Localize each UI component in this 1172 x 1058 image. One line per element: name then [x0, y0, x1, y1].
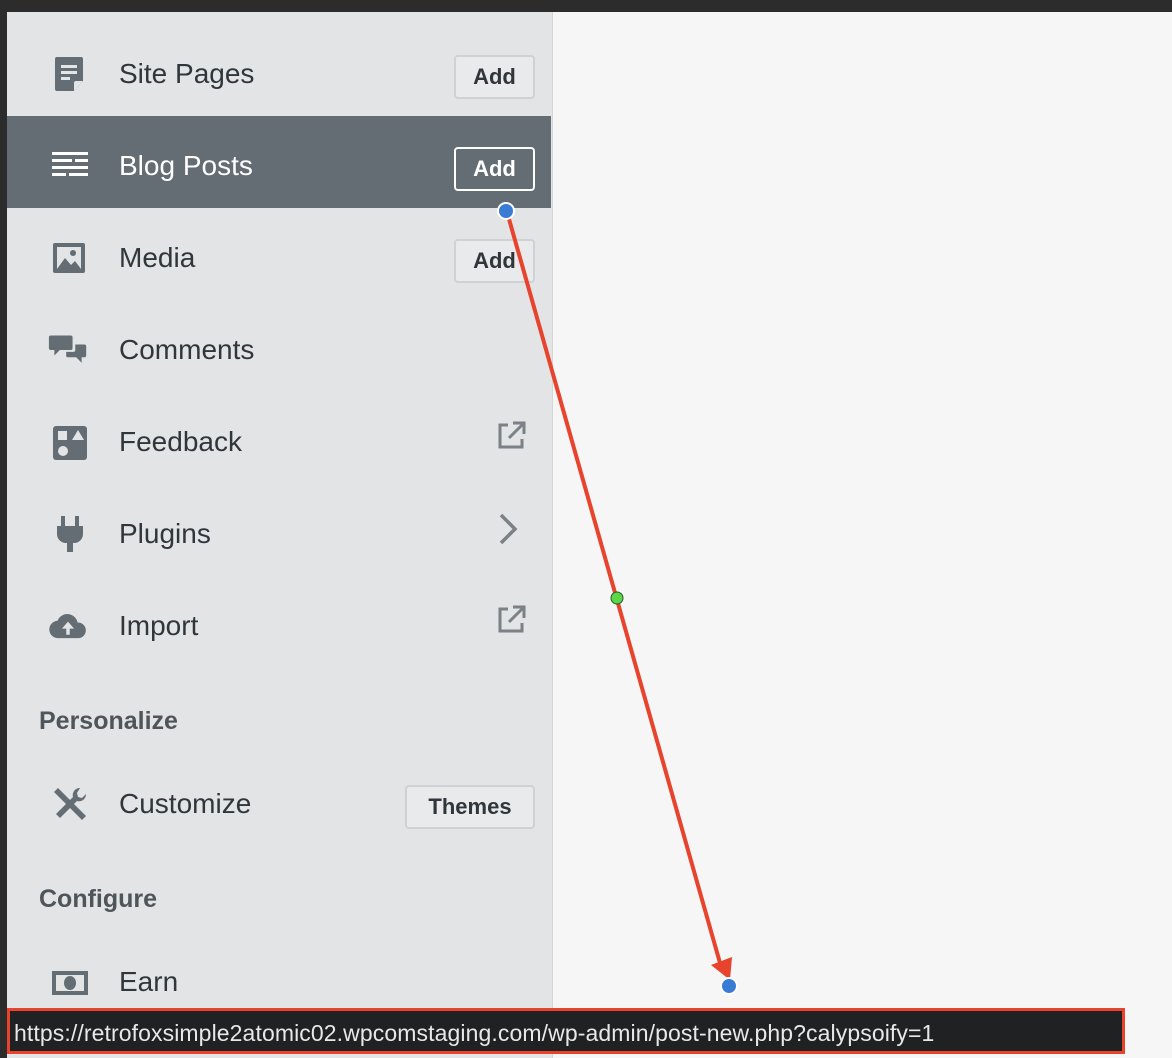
sidebar: Site Pages Add Blog Posts Add Media Add … [7, 12, 553, 1058]
chevron-right-icon [499, 513, 518, 545]
add-media-button[interactable]: Add [454, 239, 535, 283]
sidebar-item-import[interactable]: Import [7, 576, 551, 668]
sidebar-item-label: Earn [119, 966, 179, 997]
sidebar-item-label: Blog Posts [119, 150, 253, 181]
sidebar-item-site-pages[interactable]: Site Pages Add [7, 24, 551, 116]
money-icon [52, 971, 88, 995]
add-post-button[interactable]: Add [454, 147, 535, 191]
sidebar-item-customize[interactable]: Customize Themes [7, 754, 551, 846]
sidebar-item-label: Comments [119, 334, 255, 365]
sidebar-item-label: Customize [119, 788, 252, 819]
sidebar-item-label: Import [119, 610, 199, 641]
tools-icon [54, 787, 87, 820]
section-heading-personalize: Personalize [39, 707, 178, 735]
plugin-icon [57, 516, 83, 552]
posts-icon [52, 152, 88, 176]
page-icon [55, 57, 83, 91]
feedback-icon [53, 426, 87, 460]
sidebar-item-label: Feedback [119, 426, 242, 457]
main-content-area [553, 12, 1172, 1058]
sidebar-item-feedback[interactable]: Feedback [7, 392, 551, 484]
external-link-icon [498, 421, 526, 449]
sidebar-item-label: Media [119, 242, 196, 273]
sidebar-item-plugins[interactable]: Plugins [7, 484, 551, 576]
cloud-upload-icon [49, 614, 86, 639]
external-link-icon [498, 605, 526, 633]
comments-icon [48, 335, 87, 363]
image-icon [53, 243, 85, 273]
sidebar-item-media[interactable]: Media Add [7, 208, 551, 300]
sidebar-item-comments[interactable]: Comments [7, 300, 551, 392]
add-page-button[interactable]: Add [454, 55, 535, 99]
status-bar: https://retrofoxsimple2atomic02.wpcomsta… [7, 1008, 1125, 1054]
sidebar-item-label: Plugins [119, 518, 211, 549]
status-bar-url: https://retrofoxsimple2atomic02.wpcomsta… [14, 1020, 935, 1046]
app-frame: Site Pages Add Blog Posts Add Media Add … [7, 12, 1172, 1058]
sidebar-item-blog-posts[interactable]: Blog Posts Add [7, 116, 551, 208]
section-heading-configure: Configure [39, 885, 158, 913]
sidebar-item-label: Site Pages [119, 58, 255, 89]
themes-button[interactable]: Themes [405, 785, 535, 829]
